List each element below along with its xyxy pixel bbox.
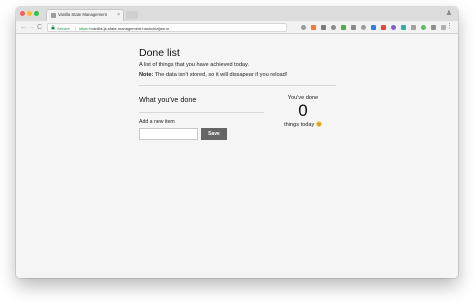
browser-tab[interactable]: Vanilla State Management ×: [46, 9, 124, 21]
extension-gray5-icon[interactable]: [431, 25, 436, 30]
page-subtitle: A list of things that you have achieved …: [139, 62, 249, 68]
extension-gray3-icon[interactable]: [361, 25, 366, 30]
extension-icons: [301, 24, 446, 31]
browser-window: Vanilla State Management × ♟ ← → C Secur…: [16, 7, 458, 278]
new-item-input[interactable]: [139, 128, 198, 140]
secure-label: Secure: [57, 25, 70, 31]
address-bar[interactable]: Secure | https://vanilla-js-state-manage…: [47, 23, 287, 32]
add-item-label: Add a new item: [139, 119, 175, 125]
note-body: The data isn't stored, so it will dissap…: [153, 72, 288, 78]
section-divider: [139, 112, 264, 113]
tab-bar: Vanilla State Management × ♟: [16, 7, 458, 21]
tab-title: Vanilla State Management: [58, 12, 107, 17]
stats-panel: You've done 0 things today: [278, 95, 328, 128]
note-label: Note:: [139, 72, 154, 78]
stats-label-bottom: things today: [278, 121, 328, 128]
section-heading: What you've done: [139, 95, 197, 104]
extension-gray2-icon[interactable]: [351, 25, 356, 30]
new-tab-button[interactable]: [126, 11, 138, 19]
stats-label-bottom-text: things today: [284, 122, 315, 128]
extension-gray-icon[interactable]: [321, 25, 326, 30]
extension-blue-icon[interactable]: [371, 25, 376, 30]
smile-emoji-icon: [316, 121, 322, 127]
save-button[interactable]: Save: [201, 128, 227, 140]
close-window-icon[interactable]: [20, 11, 25, 16]
page-title: Done list: [139, 47, 180, 59]
extension-red-icon[interactable]: [381, 25, 386, 30]
page-content: Done list A list of things that you have…: [16, 35, 458, 278]
tab-close-icon[interactable]: ×: [117, 11, 120, 19]
extension-green-icon[interactable]: [341, 25, 346, 30]
extension-gray4-icon[interactable]: [411, 25, 416, 30]
url-text: https://vanilla-js-state-management.hank…: [79, 26, 169, 31]
minimize-window-icon[interactable]: [27, 11, 32, 16]
star-icon[interactable]: [301, 25, 306, 30]
extension-green2-icon[interactable]: [421, 25, 426, 30]
extension-orange-icon[interactable]: [311, 25, 316, 30]
url-host: vanilla-js-state-management.hankchizljaw…: [91, 25, 170, 31]
note-text: Note: The data isn't stored, so it will …: [139, 72, 287, 78]
menu-icon[interactable]: ⋮: [446, 22, 453, 31]
divider: [139, 85, 336, 86]
url-scheme: https://: [79, 25, 92, 31]
extension-teal-icon[interactable]: [401, 25, 406, 30]
forward-icon[interactable]: →: [28, 23, 35, 32]
lock-icon: [51, 25, 55, 30]
favicon-icon: [51, 13, 56, 18]
reload-icon[interactable]: C: [37, 23, 42, 32]
browser-toolbar: ← → C Secure | https://vanilla-js-state-…: [16, 21, 458, 34]
url-separator: |: [75, 25, 77, 31]
extension-purple-icon[interactable]: [391, 25, 396, 30]
done-count: 0: [298, 101, 308, 120]
profile-icon[interactable]: ♟: [446, 9, 452, 18]
maximize-window-icon[interactable]: [34, 11, 39, 16]
back-icon[interactable]: ←: [20, 23, 27, 32]
extension-p-icon[interactable]: [331, 25, 336, 30]
